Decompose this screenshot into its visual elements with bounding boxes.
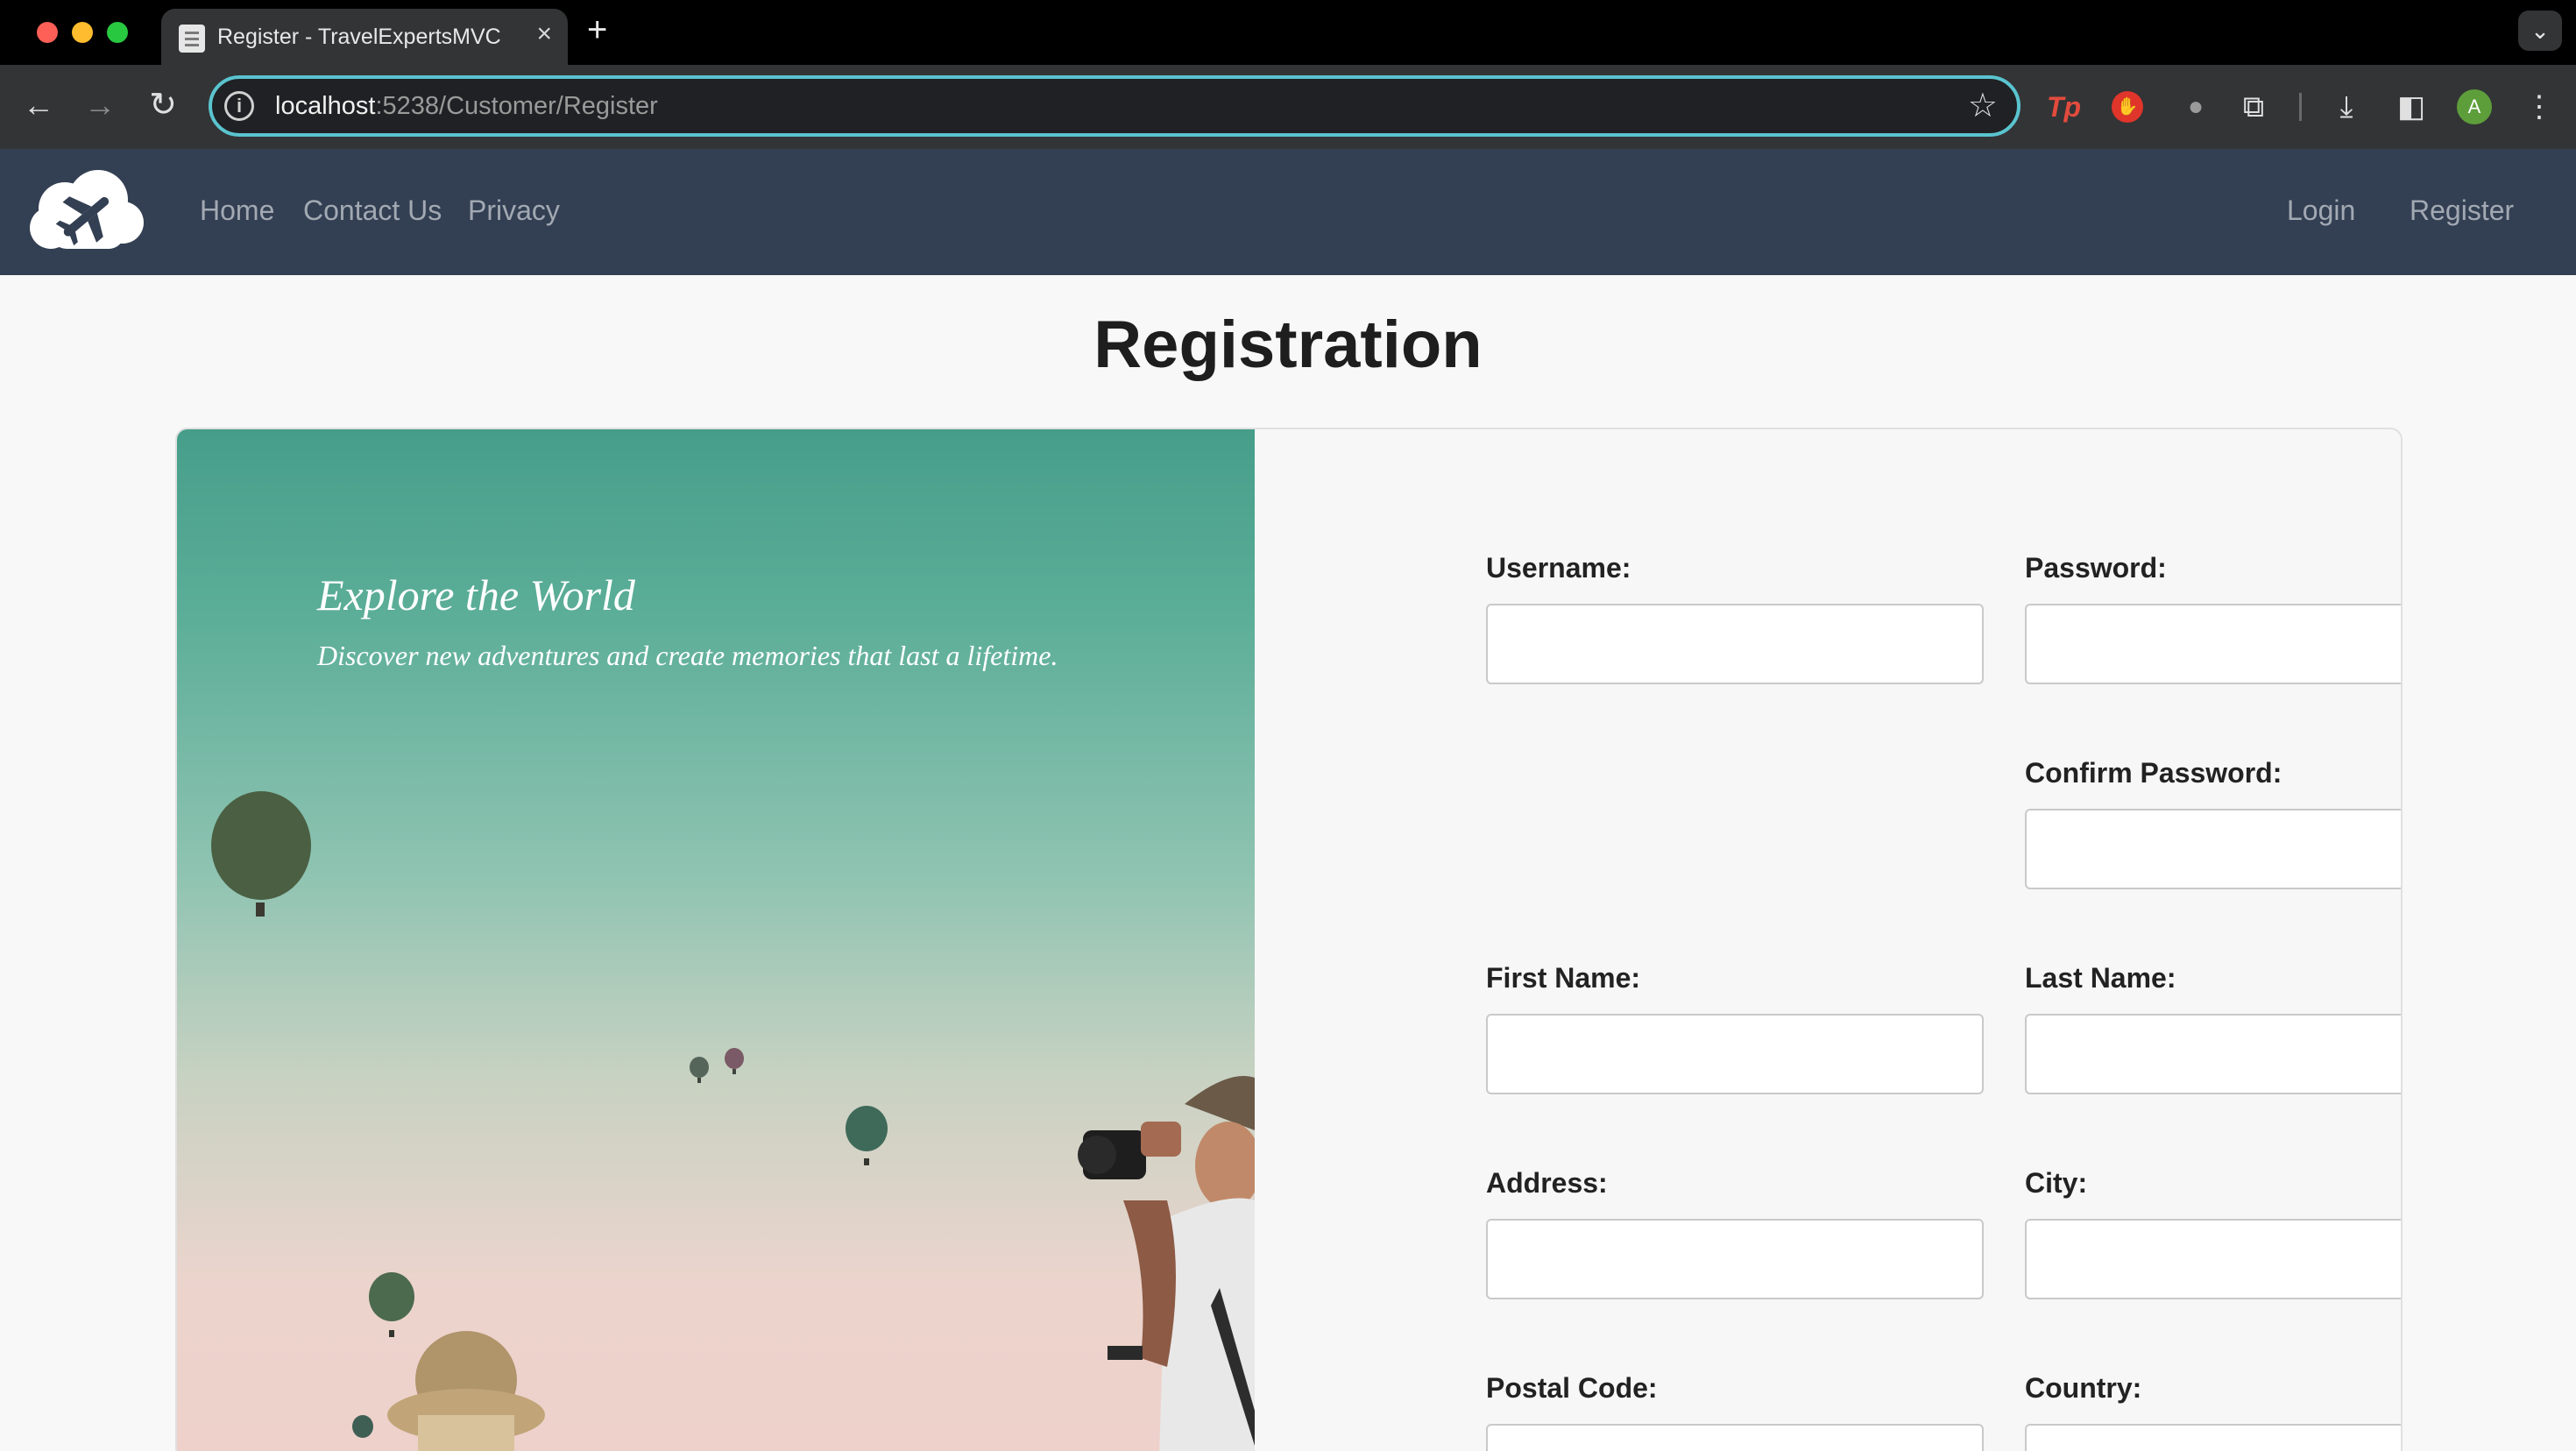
browser-toolbar: ← → ↻ i localhost:5238/Customer/Register… [0,65,2576,149]
postal-code-input[interactable] [1486,1424,1984,1451]
window-minimize-button[interactable] [72,22,93,43]
postal-code-field-group: Postal Code: [1486,1372,1984,1451]
registration-card: Explore the World Discover new adventure… [175,428,2403,1451]
nav-link-contact-us[interactable]: Contact Us [303,195,442,227]
reload-icon[interactable]: ↻ [144,86,182,124]
extensions-puzzle-icon[interactable]: ⧉ [2234,88,2273,126]
tab-search-menu-icon[interactable]: ⌄ [2518,11,2562,51]
username-field-group: Username: [1486,552,1984,684]
postal-code-label: Postal Code: [1486,1372,1658,1404]
first-name-label: First Name: [1486,962,1641,994]
hero-subtitle: Discover new adventures and create memor… [317,640,1058,671]
browser-tab-active[interactable]: Register - TravelExpertsMVC × [161,9,568,65]
address-label: Address: [1486,1167,1608,1199]
url-text[interactable]: localhost:5238/Customer/Register [275,92,658,121]
last-name-input[interactable] [2025,1014,2401,1094]
balloon-small-icon [690,1057,709,1083]
photographer-figure [1078,1076,1255,1451]
page-title: Registration [1093,308,1483,382]
tab-title: Register - TravelExpertsMVC [217,25,501,49]
back-icon[interactable]: ← [19,86,58,124]
confirm-password-input[interactable] [2025,809,2401,889]
forward-icon[interactable]: → [81,86,119,124]
nav-link-home[interactable]: Home [200,195,274,227]
balloon-small-icon [725,1048,744,1074]
city-label: City: [2025,1167,2088,1199]
first-name-field-group: First Name: [1486,962,1984,1094]
nav-link-register[interactable]: Register [2410,195,2514,227]
tab-close-icon[interactable]: × [536,21,552,47]
site-info-icon[interactable]: i [224,91,254,121]
city-field-group: City: [2025,1167,2401,1299]
username-label: Username: [1486,552,1631,584]
woman-with-hat-figure [387,1331,545,1451]
address-input[interactable] [1486,1219,1984,1299]
url-host: localhost [275,92,376,120]
window-zoom-button[interactable] [107,22,128,43]
country-input[interactable] [2025,1424,2401,1451]
download-icon[interactable]: ⤓ [2327,88,2366,126]
confirm-password-field-group: Confirm Password: [2025,757,2401,889]
browser-tab-bar: Register - TravelExpertsMVC × + ⌄ [0,0,2576,65]
url-path: :5238/Customer/Register [375,92,658,120]
balloon-medium-icon [369,1272,414,1337]
cloud-airplane-logo-icon[interactable] [25,166,147,254]
password-input[interactable] [2025,604,2401,684]
page-favicon-icon [179,25,205,53]
city-input[interactable] [2025,1219,2401,1299]
recorder-extension-icon[interactable]: ● [2176,88,2215,126]
nav-link-login[interactable]: Login [2287,195,2355,227]
bookmark-star-icon[interactable]: ☆ [1968,86,1998,125]
confirm-password-label: Confirm Password: [2025,757,2282,789]
address-bar[interactable]: i localhost:5238/Customer/Register ☆ [209,75,2020,137]
first-name-input[interactable] [1486,1014,1984,1094]
site-navbar: Home Contact Us Privacy Login Register [0,149,2576,275]
last-name-label: Last Name: [2025,962,2176,994]
country-field-group: Country: [2025,1372,2401,1451]
balloon-large-icon [211,791,311,917]
new-tab-icon[interactable]: + [587,12,607,47]
profile-avatar[interactable]: A [2457,89,2492,124]
address-field-group: Address: [1486,1167,1984,1299]
last-name-field-group: Last Name: [2025,962,2401,1094]
password-field-group: Password: [2025,552,2401,684]
window-close-button[interactable] [37,22,58,43]
side-panel-icon[interactable]: ◧ [2392,88,2431,126]
country-label: Country: [2025,1372,2142,1404]
hero-image-panel: Explore the World Discover new adventure… [177,429,1255,1451]
hero-title: Explore the World [317,570,635,619]
username-input[interactable] [1486,604,1984,684]
toolbar-divider [2299,93,2302,121]
registration-form: Username: Password: Confirm Password: Fi… [1255,429,2401,1451]
browser-menu-icon[interactable]: ⋮ [2520,88,2558,126]
nav-link-privacy[interactable]: Privacy [468,195,560,227]
password-label: Password: [2025,552,2167,584]
tp-extension-icon[interactable]: Tp [2047,88,2081,126]
stop-hand-extension-icon[interactable]: ✋ [2112,91,2143,123]
balloon-medium-icon [846,1106,888,1165]
balloon-small-icon [352,1415,373,1438]
